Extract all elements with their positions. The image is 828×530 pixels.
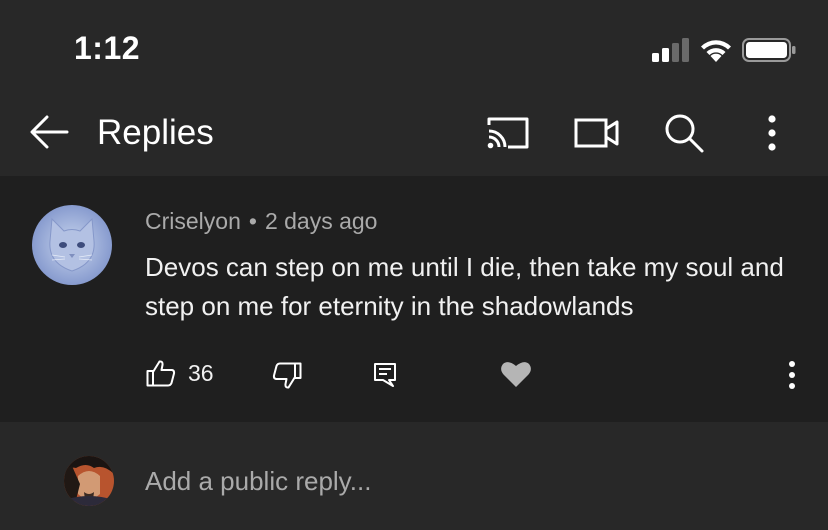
meta-separator: • (248, 208, 257, 234)
heart-icon[interactable] (500, 360, 532, 388)
comment-text: Devos can step on me until I die, then t… (145, 252, 784, 321)
comment-more-icon[interactable] (784, 360, 800, 390)
wifi-icon (701, 40, 731, 62)
more-vert-icon[interactable] (764, 114, 780, 152)
cat-avatar-icon (32, 205, 112, 285)
cast-icon[interactable] (486, 115, 530, 151)
commenter-avatar[interactable] (32, 205, 112, 285)
user-avatar-icon (64, 456, 114, 506)
search-icon[interactable] (663, 112, 705, 154)
user-avatar (64, 456, 114, 506)
status-icons (652, 36, 797, 64)
video-camera-icon[interactable] (574, 115, 620, 151)
thumbs-up-icon[interactable] (146, 359, 176, 387)
like-count: 36 (188, 360, 214, 386)
page-title: Replies (97, 113, 214, 152)
battery-icon (742, 38, 796, 62)
comment-author[interactable]: Criselyon (145, 208, 241, 234)
status-time: 1:12 (74, 30, 141, 66)
thumbs-down-icon[interactable] (272, 362, 302, 390)
reply-input[interactable] (145, 466, 745, 497)
cellular-signal-icon (652, 38, 689, 62)
reply-icon[interactable] (373, 362, 397, 388)
comment-timestamp: 2 days ago (264, 208, 378, 234)
comment-meta: Criselyon • 2 days ago (145, 208, 377, 235)
back-arrow-icon[interactable] (28, 112, 70, 152)
